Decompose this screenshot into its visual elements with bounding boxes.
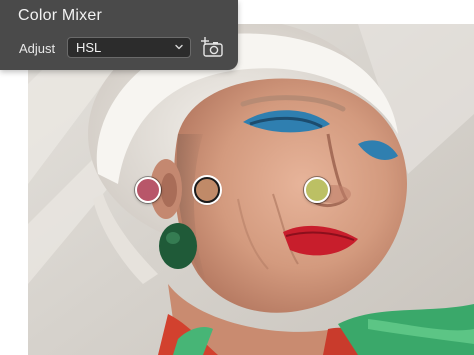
color-sample-yellow-green[interactable] [304, 177, 330, 203]
portrait-photo [28, 24, 474, 355]
color-mixer-screen: Color Mixer Adjust HSL [0, 0, 474, 355]
panel-title: Color Mixer [18, 7, 102, 24]
color-mixer-panel: Color Mixer Adjust HSL [0, 0, 238, 70]
color-sample-red[interactable] [135, 177, 161, 203]
targeted-adjustment-button[interactable] [200, 36, 224, 58]
targeted-adjustment-icon [201, 37, 223, 57]
color-sample-orange[interactable] [194, 177, 220, 203]
chevron-down-icon [175, 44, 183, 50]
adjust-dropdown-value: HSL [76, 40, 102, 55]
adjust-dropdown[interactable]: HSL [67, 37, 191, 58]
adjust-label: Adjust [19, 41, 56, 56]
